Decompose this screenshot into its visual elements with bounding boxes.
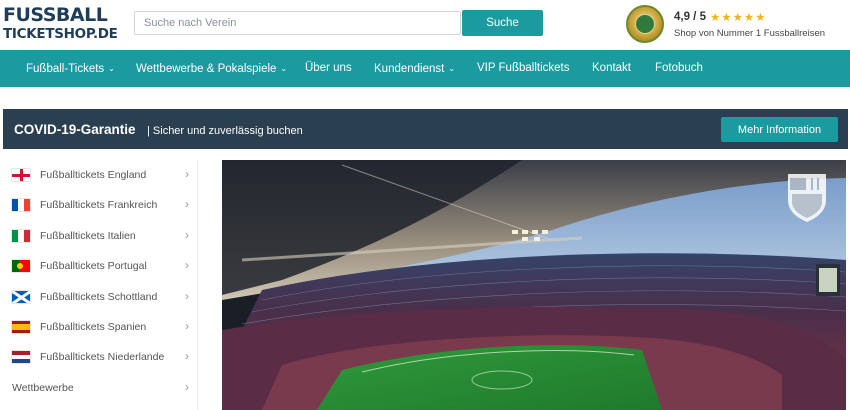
chevron-right-icon: › [185, 258, 189, 272]
nav-item-kontakt[interactable]: Kontakt [592, 50, 631, 87]
covid-title: COVID-19-Garantie [14, 122, 136, 137]
award-badge-icon [626, 5, 664, 43]
nav-item-wettbewerbe[interactable]: Wettbewerbe & Pokalspiele ⌄ [136, 50, 287, 87]
sidebar-item-england[interactable]: Fußballtickets England › [3, 160, 198, 190]
covid-guarantee-banner: COVID-19-Garantie | Sicher und zuverläss… [3, 109, 848, 149]
spain-flag-icon [12, 321, 30, 333]
nav-item-vip[interactable]: VIP Fußballtickets [477, 50, 569, 87]
search-input[interactable] [134, 11, 461, 35]
more-info-button[interactable]: Mehr Information [721, 117, 838, 142]
sidebar-item-frankreich[interactable]: Fußballtickets Frankreich › [3, 190, 198, 220]
italy-flag-icon [12, 230, 30, 242]
site-logo[interactable]: FUSSBALL TICKETSHOP.DE [3, 6, 123, 42]
site-header: FUSSBALL TICKETSHOP.DE Suche 4,9 / 5 ★★★… [0, 0, 850, 50]
main-nav: Fußball-Tickets ⌄ Wettbewerbe & Pokalspie… [0, 50, 850, 87]
logo-line2: TICKETSHOP.DE [3, 26, 118, 42]
nav-label: Über uns [305, 62, 352, 74]
portugal-flag-icon [12, 260, 30, 272]
england-flag-icon [12, 169, 30, 181]
nav-item-fussball-tickets[interactable]: Fußball-Tickets ⌄ [26, 50, 115, 87]
nav-item-kundendienst[interactable]: Kundendienst ⌄ [374, 50, 455, 87]
chevron-right-icon: › [185, 197, 189, 211]
sidebar-item-label: Fußballtickets Schottland [40, 291, 158, 303]
nav-label: Kontakt [592, 62, 631, 74]
sidebar-item-portugal[interactable]: Fußballtickets Portugal › [3, 251, 198, 281]
chevron-down-icon: ⌄ [108, 64, 115, 73]
rating-score: 4,9 / 5 [674, 11, 706, 23]
chevron-right-icon: › [185, 319, 189, 333]
nav-label: VIP Fußballtickets [477, 62, 570, 74]
sidebar-item-schottland[interactable]: Fußballtickets Schottland › [3, 282, 198, 312]
nav-label: Wettbewerbe & Pokalspiele [136, 63, 277, 75]
sidebar-item-label: Fußballtickets Italien [40, 230, 136, 242]
nav-item-ueber-uns[interactable]: Über uns [305, 50, 352, 87]
nav-item-fotobuch[interactable]: Fotobuch [655, 50, 703, 87]
netherlands-flag-icon [12, 351, 30, 363]
chevron-right-icon: › [185, 380, 189, 394]
sidebar-item-label: Fußballtickets Spanien [40, 321, 147, 333]
chevron-right-icon: › [185, 228, 189, 242]
sidebar-item-label: Fußballtickets Niederlande [40, 351, 165, 363]
sidebar-item-italien[interactable]: Fußballtickets Italien › [3, 221, 198, 251]
chevron-right-icon: › [185, 167, 189, 181]
covid-subtitle: | Sicher und zuverlässig buchen [147, 125, 303, 137]
nav-label: Fußball-Tickets [26, 63, 105, 75]
nav-label: Kundendienst [374, 63, 445, 75]
france-flag-icon [12, 199, 30, 211]
sidebar-item-label: Fußballtickets Portugal [40, 260, 147, 272]
hero-stadium-image[interactable] [222, 160, 846, 410]
sidebar-item-spanien[interactable]: Fußballtickets Spanien › [3, 312, 198, 342]
search-button[interactable]: Suche [462, 10, 543, 36]
chevron-right-icon: › [185, 289, 189, 303]
rating-text: Shop von Nummer 1 Fussballreisen [674, 28, 826, 39]
sidebar-item-wettbewerbe[interactable]: Wettbewerbe › [3, 373, 198, 403]
nav-label: Fotobuch [655, 62, 703, 74]
stadium-illustration [222, 160, 846, 410]
sidebar-item-label: Fußballtickets England [40, 169, 147, 181]
country-sidebar: Fußballtickets England › Fußballtickets … [3, 160, 198, 410]
rating-stars-icon: ★★★★★ [710, 12, 767, 24]
scotland-flag-icon [12, 291, 30, 303]
sidebar-item-niederlande[interactable]: Fußballtickets Niederlande › [3, 342, 198, 372]
chevron-down-icon: ⌄ [448, 64, 456, 73]
sidebar-item-label: Wettbewerbe [12, 382, 74, 394]
chevron-down-icon: ⌄ [280, 64, 288, 73]
sidebar-item-label: Fußballtickets Frankreich [40, 199, 158, 211]
logo-line1: FUSSBALL [3, 4, 108, 26]
chevron-right-icon: › [185, 349, 189, 363]
